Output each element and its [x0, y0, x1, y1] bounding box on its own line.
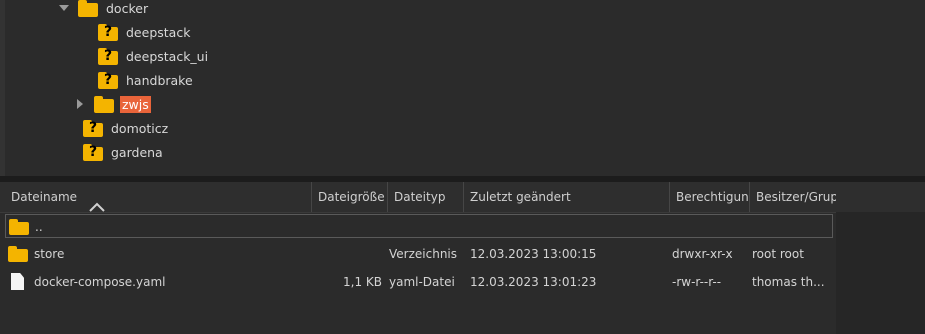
- column-header-label: Berechtigungen: [676, 190, 749, 204]
- column-header-size[interactable]: Dateigröße: [312, 182, 388, 212]
- cell-name: docker-compose.yaml: [34, 275, 166, 289]
- cell-size: 1,1 KB: [343, 275, 382, 289]
- chevron-up-icon: [89, 193, 105, 212]
- column-header-label: Dateigröße: [318, 190, 385, 204]
- file-list: Dateiname Dateigröße Dateityp Zuletzt ge…: [0, 182, 925, 334]
- tree-left-strip: [0, 0, 5, 176]
- tree-node-gardena[interactable]: ? gardena: [83, 141, 165, 163]
- tree-node-label: domoticz: [111, 120, 169, 136]
- column-header-owner[interactable]: Besitzer/Gruppe: [750, 182, 836, 212]
- cell-owner: thomas th...: [752, 275, 825, 289]
- tree-node-docker[interactable]: docker: [58, 0, 150, 19]
- tree-node-label: handbrake: [126, 72, 193, 88]
- list-row-parent[interactable]: ..: [5, 214, 833, 238]
- cell-type: Verzeichnis: [389, 247, 458, 261]
- tree-node-label: deepstack: [126, 24, 191, 40]
- tree-node-label: zwjs: [120, 95, 151, 113]
- tree-node-deepstack-ui[interactable]: ? deepstack_ui: [98, 45, 210, 67]
- cell-name: ..: [35, 220, 43, 234]
- tree-node-domoticz[interactable]: ? domoticz: [83, 117, 170, 139]
- column-header-label: Besitzer/Gruppe: [756, 190, 836, 204]
- folder-unknown-icon: ?: [98, 23, 118, 41]
- tree-node-handbrake[interactable]: ? handbrake: [98, 69, 195, 91]
- cell-name: store: [34, 247, 65, 261]
- column-header-label: Zuletzt geändert: [470, 190, 571, 204]
- document-icon: [11, 273, 24, 290]
- chevron-down-icon[interactable]: [58, 4, 70, 12]
- cell-permissions: drwxr-xr-x: [672, 247, 733, 261]
- column-header-label: Dateityp: [394, 190, 446, 204]
- folder-icon: [94, 95, 114, 113]
- directory-tree: docker ? deepstack ? deepstack_ui ? hand…: [0, 0, 925, 176]
- cell-size: [312, 242, 382, 266]
- folder-unknown-icon: ?: [98, 71, 118, 89]
- folder-unknown-icon: ?: [98, 47, 118, 65]
- list-scroll-area: [836, 212, 925, 334]
- column-header-type[interactable]: Dateityp: [388, 182, 464, 212]
- list-row-docker-compose[interactable]: docker-compose.yaml 1,1 KB yaml-Datei 12…: [5, 270, 833, 294]
- folder-unknown-icon: ?: [83, 143, 103, 161]
- chevron-right-icon[interactable]: [74, 99, 86, 109]
- tree-node-zwjs[interactable]: zwjs: [74, 93, 151, 115]
- tree-node-label: gardena: [111, 144, 163, 160]
- cell-modified: 12.03.2023 13:00:15: [470, 247, 597, 261]
- cell-owner: root root: [752, 247, 804, 261]
- list-header: Dateiname Dateigröße Dateityp Zuletzt ge…: [0, 182, 925, 213]
- column-header-modified[interactable]: Zuletzt geändert: [464, 182, 670, 212]
- column-header-permissions[interactable]: Berechtigungen: [670, 182, 750, 212]
- folder-icon: [8, 246, 28, 262]
- folder-icon: [9, 219, 29, 235]
- folder-icon: [78, 0, 98, 17]
- cell-modified: 12.03.2023 13:01:23: [470, 275, 597, 289]
- folder-unknown-icon: ?: [83, 119, 103, 137]
- list-row-store[interactable]: store Verzeichnis 12.03.2023 13:00:15 dr…: [5, 242, 833, 266]
- column-header-label: Dateiname: [11, 190, 78, 204]
- column-header-name[interactable]: Dateiname: [5, 182, 312, 212]
- tree-node-label: docker: [106, 0, 149, 16]
- tree-node-deepstack[interactable]: ? deepstack: [98, 21, 192, 43]
- cell-type: yaml-Datei: [389, 275, 455, 289]
- tree-node-label: deepstack_ui: [126, 48, 209, 64]
- cell-permissions: -rw-r--r--: [672, 275, 722, 289]
